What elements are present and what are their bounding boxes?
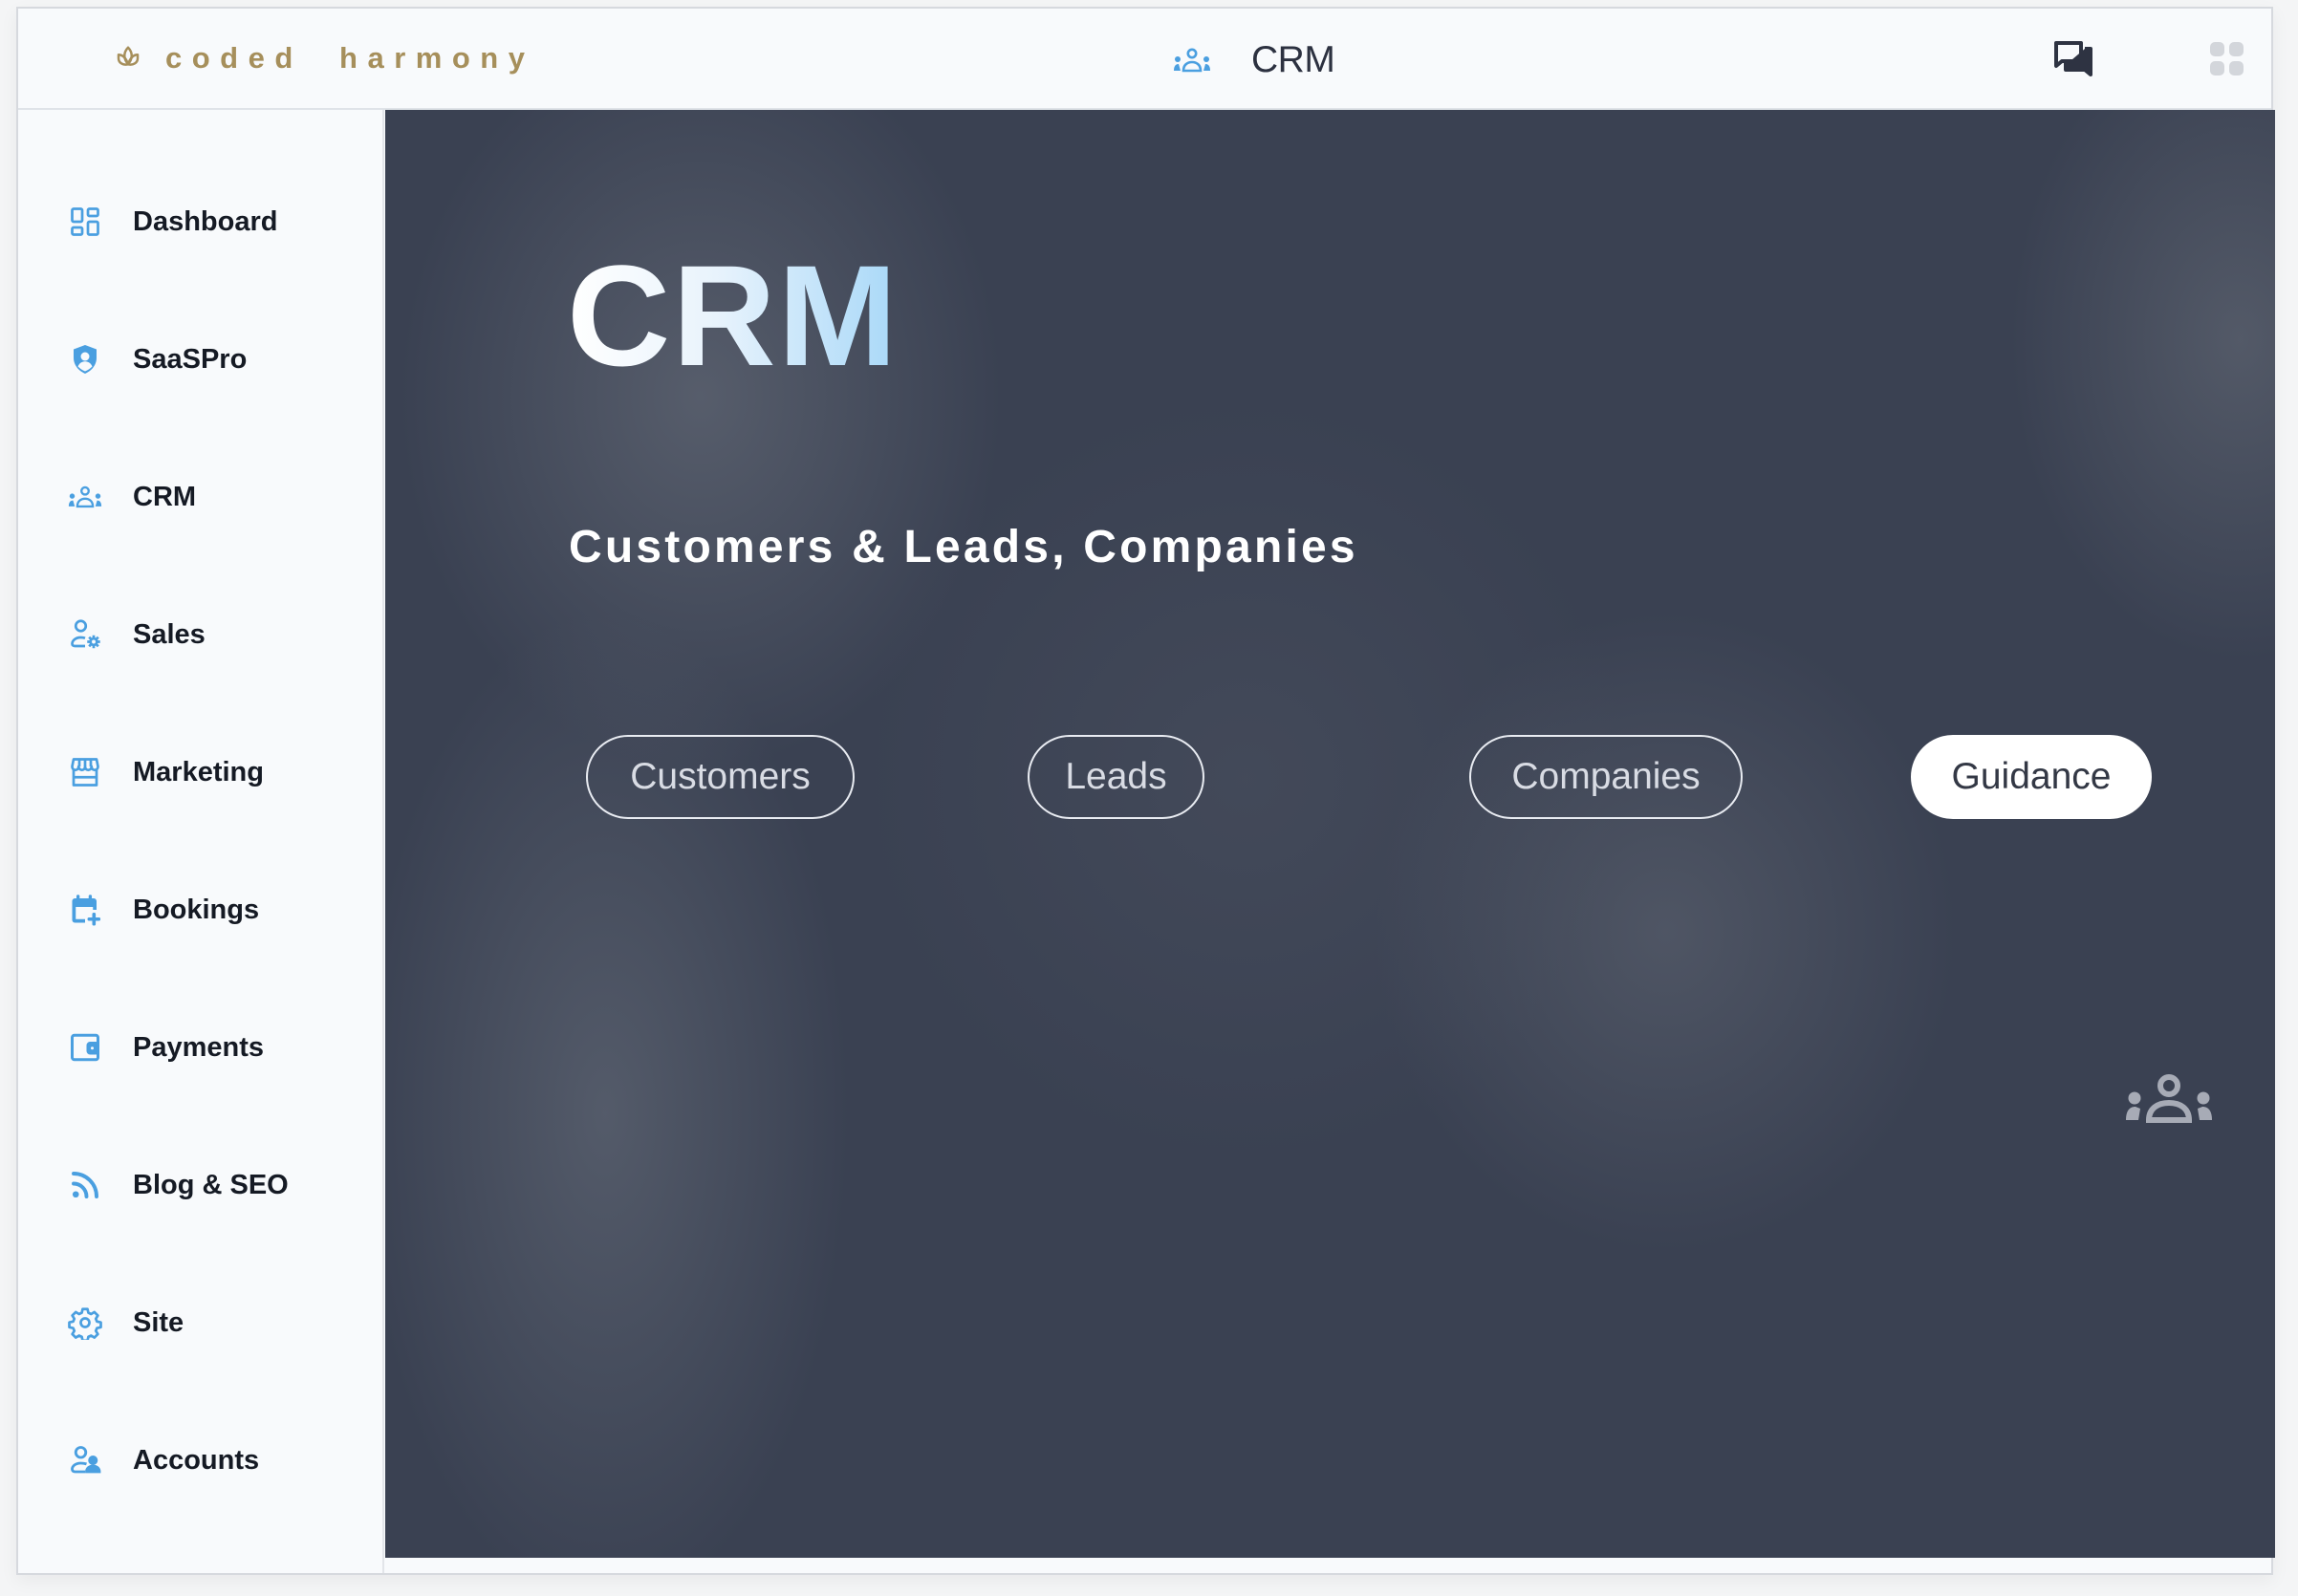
users-icon: [68, 1443, 102, 1477]
sidebar-item-label: SaaSPro: [133, 343, 248, 375]
current-section: CRM: [1173, 39, 1335, 81]
sidebar-item-saaspro[interactable]: SaaSPro: [18, 326, 381, 393]
sidebar-item-label: Blog & SEO: [133, 1169, 289, 1200]
sidebar-item-blog-seo[interactable]: Blog & SEO: [18, 1152, 381, 1219]
sidebar-item-label: Bookings: [133, 894, 260, 925]
guidance-button[interactable]: Guidance: [1911, 735, 2152, 819]
sidebar-item-label: Accounts: [133, 1444, 260, 1476]
apps-grid-icon: [2210, 42, 2244, 75]
sidebar-item-label: Payments: [133, 1031, 265, 1063]
lotus-icon: [117, 46, 140, 66]
sidebar-item-marketing[interactable]: Marketing: [18, 739, 381, 806]
brand-name: coded harmony: [165, 41, 535, 75]
rss-icon: [68, 1168, 102, 1202]
page-title: CRM: [567, 235, 900, 396]
customers-button[interactable]: Customers: [586, 735, 855, 819]
apps-grid-button[interactable]: [2209, 41, 2245, 77]
sidebar-item-sales[interactable]: Sales: [18, 601, 381, 668]
app-window: coded harmony CRM Dashboard SaaSPro CRM …: [16, 7, 2275, 1575]
users-group-icon: [1174, 48, 1210, 73]
storefront-icon: [68, 755, 102, 789]
sidebar-item-label: Sales: [133, 618, 206, 650]
wallet-icon: [68, 1030, 102, 1065]
sidebar-item-label: Marketing: [133, 756, 264, 787]
dashboard-icon: [68, 205, 102, 239]
sidebar-item-payments[interactable]: Payments: [18, 1014, 381, 1081]
user-gear-icon: [68, 617, 102, 652]
calendar-plus-icon: [68, 893, 102, 927]
sidebar-item-dashboard[interactable]: Dashboard: [18, 188, 381, 255]
sidebar-item-label: CRM: [133, 481, 197, 512]
top-header: coded harmony CRM: [18, 9, 2271, 110]
chat-bubbles-icon: [2054, 41, 2092, 76]
sidebar-item-accounts[interactable]: Accounts: [18, 1427, 381, 1494]
users-group-icon: [2126, 1074, 2212, 1123]
sidebar-item-label: Site: [133, 1306, 184, 1338]
sidebar-item-crm[interactable]: CRM: [18, 464, 381, 530]
sidebar-item-bookings[interactable]: Bookings: [18, 876, 381, 943]
shield-user-icon: [68, 342, 102, 377]
users-group-icon: [68, 480, 102, 514]
leads-button[interactable]: Leads: [1028, 735, 1204, 819]
brand-logo[interactable]: coded harmony: [114, 41, 534, 75]
sidebar-item-site[interactable]: Site: [18, 1289, 381, 1356]
header-title: CRM: [1251, 39, 1335, 80]
sidebar-item-label: Dashboard: [133, 205, 278, 237]
chat-button[interactable]: [2052, 37, 2096, 81]
crm-hero-panel: CRM Customers & Leads, Companies Custome…: [385, 110, 2275, 1558]
page-subtitle: Customers & Leads, Companies: [569, 522, 1358, 572]
companies-button[interactable]: Companies: [1469, 735, 1743, 819]
gear-icon: [68, 1305, 102, 1340]
sidebar: Dashboard SaaSPro CRM Sales Marketing Bo…: [18, 110, 384, 1573]
